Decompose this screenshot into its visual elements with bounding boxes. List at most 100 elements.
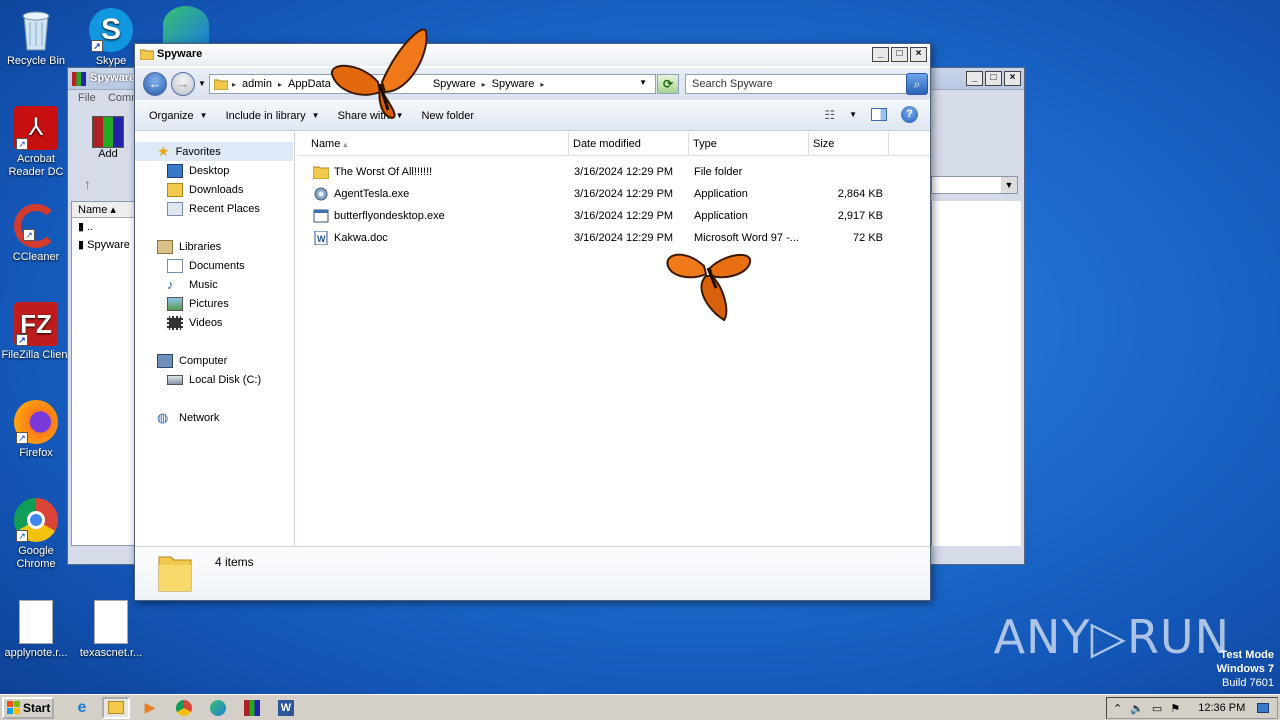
- desktop-icon-filezilla[interactable]: FZ ↗ FileZilla Client: [0, 302, 72, 362]
- breadcrumb-spyware-sub[interactable]: Spyware: [492, 78, 535, 90]
- table-row[interactable]: butterflyondesktop.exe 3/16/2024 12:29 P…: [297, 205, 930, 227]
- file-type: Microsoft Word 97 -...: [694, 232, 799, 244]
- refresh-button[interactable]: ⟳: [657, 74, 679, 94]
- forward-button[interactable]: →: [171, 72, 195, 96]
- nav-desktop[interactable]: Desktop: [135, 161, 293, 180]
- nav-network[interactable]: ◍ Network: [135, 408, 293, 427]
- table-row[interactable]: AgentTesla.exe 3/16/2024 12:29 PM Applic…: [297, 183, 930, 205]
- close-button[interactable]: ×: [1004, 71, 1021, 86]
- list-item[interactable]: ▮ Spyware: [72, 236, 134, 254]
- network-tray-icon[interactable]: ▭: [1152, 702, 1162, 715]
- windows-version-line: Windows 7: [1216, 663, 1274, 675]
- preview-pane-icon[interactable]: [871, 108, 887, 121]
- navigation-pane: ★ Favorites Desktop Downloads Recent Pla…: [135, 132, 295, 546]
- test-mode-notice: Test Mode Windows 7 Build 7601: [1217, 648, 1274, 690]
- column-header-size[interactable]: Size: [809, 132, 889, 156]
- minimize-button[interactable]: _: [966, 71, 983, 86]
- desktop-icon-recycle-bin[interactable]: Recycle Bin: [0, 8, 72, 68]
- chevron-right-icon[interactable]: ▸: [278, 80, 282, 89]
- edge-icon[interactable]: [163, 6, 209, 44]
- search-icon[interactable]: ⌕: [906, 73, 928, 95]
- back-window-filelist[interactable]: Name ▴ ▮ .. ▮ Spyware: [71, 201, 135, 546]
- include-in-library-button[interactable]: Include in library ▼: [226, 110, 320, 122]
- taskbar-winrar-icon[interactable]: [238, 697, 266, 719]
- taskbar-edge-icon[interactable]: [204, 697, 232, 719]
- nav-recent-places[interactable]: Recent Places: [135, 199, 293, 218]
- desktop-icon-firefox[interactable]: ↗ Firefox: [0, 400, 72, 460]
- maximize-button[interactable]: □: [891, 47, 908, 62]
- ccleaner-icon: ↗: [14, 204, 58, 248]
- nav-pictures[interactable]: Pictures: [135, 294, 293, 313]
- start-button[interactable]: Start: [2, 696, 54, 719]
- desktop-icon-ccleaner[interactable]: ↗ CCleaner: [0, 204, 72, 264]
- taskbar: Start e ▶ W ⌃ 🔈 ▭ ⚑ 12:36 PM: [0, 694, 1280, 720]
- table-row[interactable]: W Kakwa.doc 3/16/2024 12:29 PM Microsoft…: [297, 227, 930, 249]
- desktop-icon-chrome[interactable]: ↗ Google Chrome: [0, 498, 72, 571]
- flag-icon[interactable]: ⚑: [1170, 702, 1180, 715]
- taskbar-chrome-icon[interactable]: [170, 697, 198, 719]
- column-header-name[interactable]: Name ▴: [297, 132, 569, 156]
- chevron-right-icon[interactable]: ▸: [540, 80, 544, 89]
- desktop-icon-applynote[interactable]: applynote.r...: [0, 600, 72, 660]
- breadcrumb-admin[interactable]: admin: [242, 78, 272, 90]
- desktop-icon-acrobat[interactable]: ⅄ ↗ Acrobat Reader DC: [0, 106, 72, 179]
- column-header-date[interactable]: Date modified: [569, 132, 689, 156]
- file-type: File folder: [694, 166, 743, 178]
- icon-label: Google Chrome: [16, 545, 56, 570]
- chevron-right-icon[interactable]: ▸: [232, 80, 236, 89]
- minimize-button[interactable]: _: [872, 47, 889, 62]
- chevron-right-icon[interactable]: ▸: [482, 80, 486, 89]
- item-count: 4 items: [215, 555, 254, 569]
- desktop-icon-texascnet[interactable]: texascnet.r...: [75, 600, 147, 660]
- organize-button[interactable]: Organize ▼: [149, 110, 208, 122]
- breadcrumb-appdata[interactable]: AppData: [288, 78, 331, 90]
- maximize-button[interactable]: □: [985, 71, 1002, 86]
- up-arrow-icon[interactable]: ↑: [84, 176, 91, 192]
- nav-videos[interactable]: Videos: [135, 313, 293, 332]
- taskbar-media-player-icon[interactable]: ▶: [136, 697, 164, 719]
- network-icon: ◍: [157, 409, 169, 425]
- nav-downloads[interactable]: Downloads: [135, 180, 293, 199]
- nav-computer[interactable]: Computer: [135, 351, 293, 370]
- back-window-title: Spyware: [90, 72, 136, 84]
- list-item[interactable]: ▮ ..: [72, 218, 134, 236]
- window-titlebar[interactable]: Spyware _ □ ×: [135, 44, 930, 66]
- address-bar[interactable]: ▸ admin ▸ AppData Spyware ▸ Spyware ▸ ▼: [209, 74, 656, 94]
- document-icon: [19, 600, 53, 644]
- file-date: 3/16/2024 12:29 PM: [574, 232, 674, 244]
- view-options-icon[interactable]: ☷: [824, 108, 835, 122]
- help-icon[interactable]: ?: [901, 106, 918, 123]
- tray-expand-icon[interactable]: ⌃: [1113, 702, 1122, 715]
- taskbar-ie-icon[interactable]: e: [68, 697, 96, 719]
- taskbar-explorer-icon[interactable]: [102, 696, 130, 719]
- firefox-icon: ↗: [14, 400, 58, 444]
- address-dropdown-icon[interactable]: ▼: [639, 78, 647, 87]
- search-input[interactable]: Search Spyware: [685, 74, 907, 94]
- nav-documents[interactable]: Documents: [135, 256, 293, 275]
- show-desktop-icon[interactable]: [1257, 703, 1270, 713]
- nav-libraries[interactable]: Libraries: [135, 237, 293, 256]
- back-button[interactable]: ←: [143, 72, 167, 96]
- nav-local-disk[interactable]: Local Disk (C:): [135, 370, 293, 389]
- chevron-down-icon[interactable]: ▼: [849, 110, 857, 119]
- back-window-combo[interactable]: ▼: [931, 176, 1018, 194]
- add-button[interactable]: Add: [88, 116, 128, 160]
- table-row[interactable]: The Worst Of All!!!!!! 3/16/2024 12:29 P…: [297, 161, 930, 183]
- chevron-down-icon[interactable]: ▼: [198, 79, 206, 88]
- explorer-window[interactable]: Spyware _ □ × ← → ▼ ▸ admin ▸ AppData Sp…: [134, 43, 931, 601]
- nav-music[interactable]: ♪ Music: [135, 275, 293, 294]
- volume-icon[interactable]: 🔈: [1130, 702, 1144, 715]
- clock[interactable]: 12:36 PM: [1198, 702, 1245, 714]
- exe-icon: [313, 187, 329, 201]
- column-header-type[interactable]: Type: [689, 132, 809, 156]
- close-button[interactable]: ×: [910, 47, 927, 62]
- skype-icon: S ↗: [89, 8, 133, 52]
- menu-file[interactable]: File: [78, 92, 96, 104]
- taskbar-word-icon[interactable]: W: [272, 697, 300, 719]
- file-name: AgentTesla.exe: [334, 188, 410, 200]
- file-date: 3/16/2024 12:29 PM: [574, 166, 674, 178]
- file-list[interactable]: Name ▴ Date modified Type Size The Worst…: [297, 132, 930, 546]
- column-header-name[interactable]: Name ▴: [72, 202, 134, 218]
- breadcrumb-spyware[interactable]: Spyware: [433, 78, 476, 90]
- nav-favorites[interactable]: ★ Favorites: [135, 142, 293, 161]
